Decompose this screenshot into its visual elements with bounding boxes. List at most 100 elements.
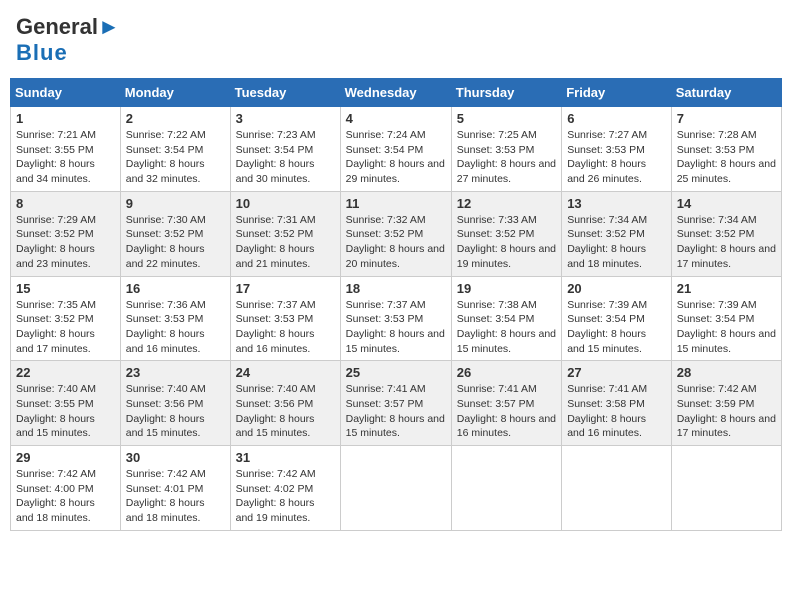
sunrise-text: Sunrise: 7:42 AM [236,468,316,480]
daylight-text: Daylight: 8 hours and 15 minutes. [457,328,556,355]
sunrise-text: Sunrise: 7:37 AM [236,299,316,311]
sunset-text: Sunset: 3:52 PM [567,228,645,240]
calendar-cell: 15 Sunrise: 7:35 AM Sunset: 3:52 PM Dayl… [11,276,121,361]
sunset-text: Sunset: 3:53 PM [457,144,535,156]
daylight-text: Daylight: 8 hours and 17 minutes. [16,328,95,355]
sunrise-text: Sunrise: 7:41 AM [567,383,647,395]
sunrise-text: Sunrise: 7:30 AM [126,214,206,226]
sunset-text: Sunset: 3:52 PM [236,228,314,240]
calendar-week-row: 22 Sunrise: 7:40 AM Sunset: 3:55 PM Dayl… [11,361,782,446]
day-of-week-header: Tuesday [230,79,340,107]
daylight-text: Daylight: 8 hours and 25 minutes. [677,158,776,185]
calendar-cell: 12 Sunrise: 7:33 AM Sunset: 3:52 PM Dayl… [451,191,561,276]
page-header: General► Blue [10,10,782,70]
sunrise-text: Sunrise: 7:38 AM [457,299,537,311]
sunset-text: Sunset: 4:00 PM [16,483,94,495]
day-number: 5 [457,111,556,126]
day-number: 10 [236,196,335,211]
daylight-text: Daylight: 8 hours and 15 minutes. [236,413,315,440]
sunset-text: Sunset: 3:57 PM [346,398,424,410]
daylight-text: Daylight: 8 hours and 23 minutes. [16,243,95,270]
day-number: 8 [16,196,115,211]
calendar-week-row: 29 Sunrise: 7:42 AM Sunset: 4:00 PM Dayl… [11,446,782,531]
sunset-text: Sunset: 3:57 PM [457,398,535,410]
day-info: Sunrise: 7:34 AM Sunset: 3:52 PM Dayligh… [567,213,666,272]
day-info: Sunrise: 7:24 AM Sunset: 3:54 PM Dayligh… [346,128,446,187]
sunrise-text: Sunrise: 7:27 AM [567,129,647,141]
day-number: 14 [677,196,776,211]
day-info: Sunrise: 7:37 AM Sunset: 3:53 PM Dayligh… [346,298,446,357]
daylight-text: Daylight: 8 hours and 32 minutes. [126,158,205,185]
calendar-cell: 16 Sunrise: 7:36 AM Sunset: 3:53 PM Dayl… [120,276,230,361]
sunrise-text: Sunrise: 7:42 AM [677,383,757,395]
day-number: 9 [126,196,225,211]
day-info: Sunrise: 7:40 AM Sunset: 3:55 PM Dayligh… [16,382,115,441]
sunrise-text: Sunrise: 7:42 AM [126,468,206,480]
daylight-text: Daylight: 8 hours and 26 minutes. [567,158,646,185]
day-info: Sunrise: 7:32 AM Sunset: 3:52 PM Dayligh… [346,213,446,272]
day-number: 29 [16,450,115,465]
daylight-text: Daylight: 8 hours and 16 minutes. [457,413,556,440]
daylight-text: Daylight: 8 hours and 16 minutes. [126,328,205,355]
sunset-text: Sunset: 3:52 PM [346,228,424,240]
day-of-week-header: Monday [120,79,230,107]
daylight-text: Daylight: 8 hours and 15 minutes. [126,413,205,440]
calendar-table: SundayMondayTuesdayWednesdayThursdayFrid… [10,78,782,531]
sunset-text: Sunset: 3:56 PM [236,398,314,410]
daylight-text: Daylight: 8 hours and 17 minutes. [677,413,776,440]
calendar-cell [671,446,781,531]
calendar-cell: 9 Sunrise: 7:30 AM Sunset: 3:52 PM Dayli… [120,191,230,276]
day-number: 7 [677,111,776,126]
daylight-text: Daylight: 8 hours and 15 minutes. [346,413,445,440]
calendar-header-row: SundayMondayTuesdayWednesdayThursdayFrid… [11,79,782,107]
day-info: Sunrise: 7:41 AM Sunset: 3:57 PM Dayligh… [457,382,556,441]
daylight-text: Daylight: 8 hours and 27 minutes. [457,158,556,185]
day-number: 24 [236,365,335,380]
sunset-text: Sunset: 4:01 PM [126,483,204,495]
day-info: Sunrise: 7:42 AM Sunset: 4:02 PM Dayligh… [236,467,335,526]
day-info: Sunrise: 7:21 AM Sunset: 3:55 PM Dayligh… [16,128,115,187]
sunrise-text: Sunrise: 7:25 AM [457,129,537,141]
daylight-text: Daylight: 8 hours and 16 minutes. [236,328,315,355]
day-info: Sunrise: 7:35 AM Sunset: 3:52 PM Dayligh… [16,298,115,357]
day-info: Sunrise: 7:40 AM Sunset: 3:56 PM Dayligh… [126,382,225,441]
calendar-week-row: 1 Sunrise: 7:21 AM Sunset: 3:55 PM Dayli… [11,107,782,192]
daylight-text: Daylight: 8 hours and 15 minutes. [16,413,95,440]
sunrise-text: Sunrise: 7:32 AM [346,214,426,226]
calendar-cell: 31 Sunrise: 7:42 AM Sunset: 4:02 PM Dayl… [230,446,340,531]
day-number: 3 [236,111,335,126]
day-number: 13 [567,196,666,211]
calendar-cell [451,446,561,531]
sunset-text: Sunset: 3:55 PM [16,144,94,156]
calendar-cell: 5 Sunrise: 7:25 AM Sunset: 3:53 PM Dayli… [451,107,561,192]
day-number: 15 [16,281,115,296]
calendar-cell: 3 Sunrise: 7:23 AM Sunset: 3:54 PM Dayli… [230,107,340,192]
day-info: Sunrise: 7:27 AM Sunset: 3:53 PM Dayligh… [567,128,666,187]
sunrise-text: Sunrise: 7:35 AM [16,299,96,311]
sunset-text: Sunset: 3:52 PM [457,228,535,240]
calendar-cell [340,446,451,531]
day-number: 12 [457,196,556,211]
calendar-cell: 11 Sunrise: 7:32 AM Sunset: 3:52 PM Dayl… [340,191,451,276]
day-of-week-header: Sunday [11,79,121,107]
sunset-text: Sunset: 3:52 PM [16,313,94,325]
sunrise-text: Sunrise: 7:23 AM [236,129,316,141]
day-number: 31 [236,450,335,465]
sunset-text: Sunset: 3:54 PM [236,144,314,156]
daylight-text: Daylight: 8 hours and 15 minutes. [567,328,646,355]
day-info: Sunrise: 7:41 AM Sunset: 3:57 PM Dayligh… [346,382,446,441]
calendar-cell: 28 Sunrise: 7:42 AM Sunset: 3:59 PM Dayl… [671,361,781,446]
calendar-cell: 6 Sunrise: 7:27 AM Sunset: 3:53 PM Dayli… [562,107,672,192]
day-number: 1 [16,111,115,126]
day-number: 6 [567,111,666,126]
calendar-cell: 20 Sunrise: 7:39 AM Sunset: 3:54 PM Dayl… [562,276,672,361]
day-of-week-header: Friday [562,79,672,107]
daylight-text: Daylight: 8 hours and 18 minutes. [16,497,95,524]
day-number: 26 [457,365,556,380]
sunset-text: Sunset: 4:02 PM [236,483,314,495]
daylight-text: Daylight: 8 hours and 19 minutes. [236,497,315,524]
calendar-cell: 22 Sunrise: 7:40 AM Sunset: 3:55 PM Dayl… [11,361,121,446]
day-info: Sunrise: 7:31 AM Sunset: 3:52 PM Dayligh… [236,213,335,272]
sunset-text: Sunset: 3:53 PM [677,144,755,156]
sunrise-text: Sunrise: 7:22 AM [126,129,206,141]
